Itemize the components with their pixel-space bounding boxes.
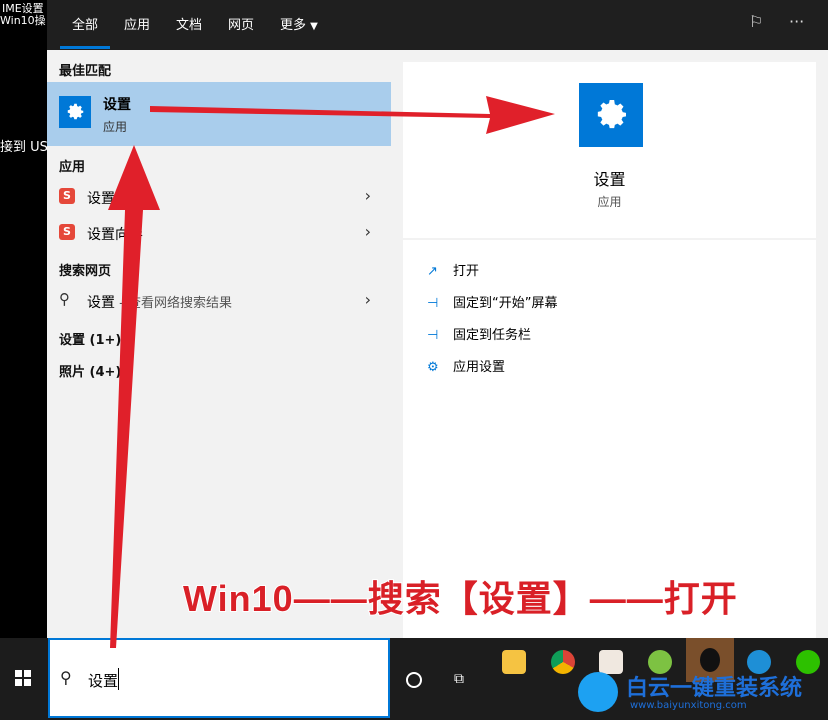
arrow-to-preview [150, 96, 555, 134]
annotation-arrows [108, 96, 555, 648]
arrow-from-search [108, 145, 160, 648]
